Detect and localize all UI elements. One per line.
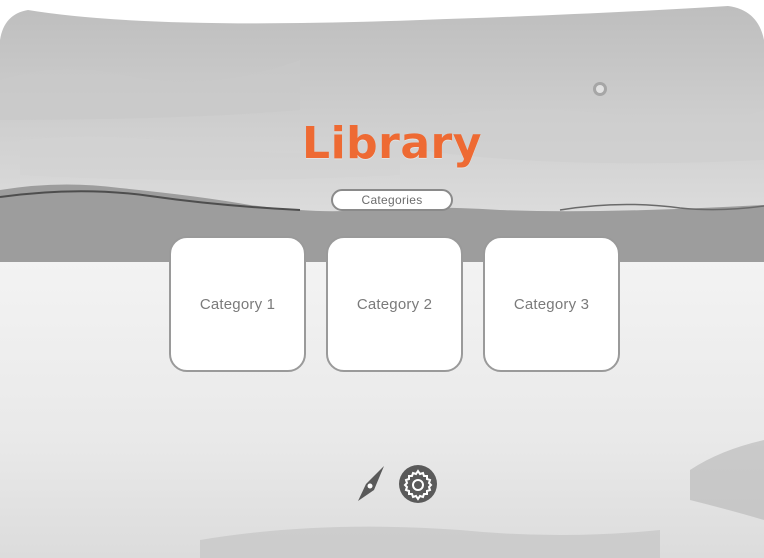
category-card-1[interactable]: Category 1 [169, 236, 306, 372]
category-card-2[interactable]: Category 2 [326, 236, 463, 372]
settings-button[interactable] [398, 464, 438, 504]
compass-icon [358, 466, 384, 501]
category-label: Category 3 [513, 295, 590, 313]
gear-icon [399, 465, 437, 503]
small-badge-icon [593, 82, 607, 96]
categories-button[interactable]: Categories [331, 189, 453, 211]
compass-button[interactable] [352, 464, 392, 504]
library-screen: Library Categories Category 1 Category 2… [0, 0, 764, 558]
category-label: Category 1 [199, 295, 276, 313]
category-card-3[interactable]: Category 3 [483, 236, 620, 372]
category-label: Category 2 [356, 295, 433, 313]
page-title: Library [302, 118, 482, 169]
